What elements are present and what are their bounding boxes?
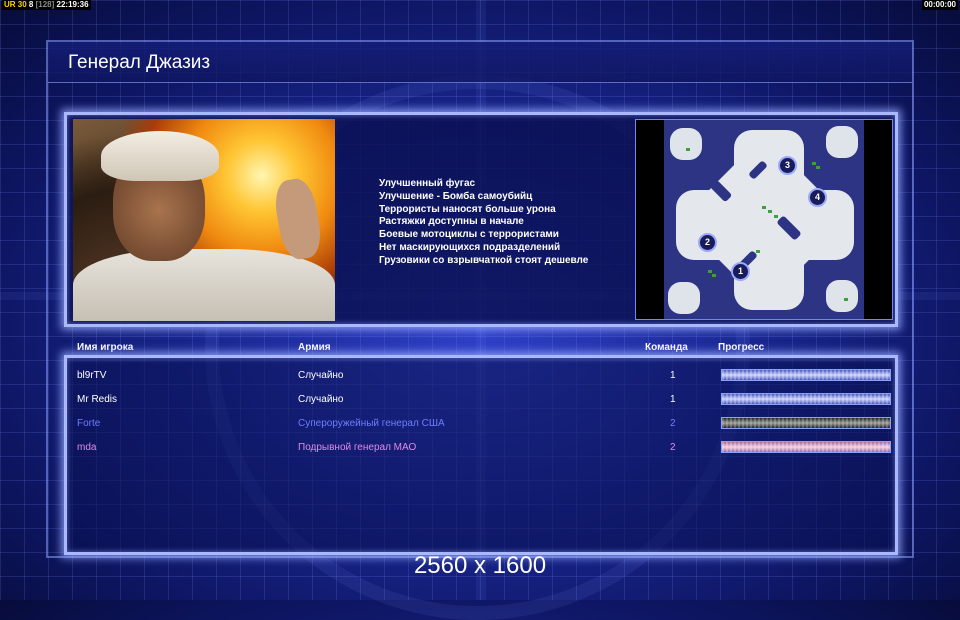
player-name: Mr Redis [77, 394, 118, 405]
map-corner-plateau [826, 280, 858, 312]
map-start-marker: 3 [778, 156, 797, 175]
map-tree [844, 298, 848, 301]
player-row: bl9rTV Случайно 1 [67, 365, 895, 385]
map-preview: 1 2 3 4 [635, 119, 893, 320]
top-status-bar: UR 30 8 [128] 22:19:36 00:00:00 [0, 0, 960, 10]
column-header-player: Имя игрока [77, 342, 134, 353]
progress-fill [722, 442, 890, 452]
bonus-item: Боевые мотоциклы с террористами [379, 229, 559, 241]
progress-fill [722, 394, 890, 404]
clock-time: 22:19:36 [56, 0, 89, 9]
column-header-progress: Прогресс [718, 342, 765, 353]
player-team: 2 [670, 442, 676, 453]
bonus-item: Нет маскирующихся подразделений [379, 241, 561, 253]
general-title: Генерал Джазиз [68, 52, 211, 73]
bonus-item: Грузовики со взрывчаткой стоят дешевле [379, 254, 589, 266]
player-army: Случайно [298, 370, 344, 381]
map-start-marker: 1 [731, 262, 750, 281]
map-corner-plateau [670, 128, 702, 160]
bonus-item: Растяжки доступны в начале [379, 216, 524, 228]
map-tree [762, 206, 766, 209]
map-tree [816, 166, 820, 169]
player-progress-bar [721, 417, 891, 429]
bonus-item: Террористы наносят больше урона [379, 203, 556, 215]
player-name: Forte [77, 418, 101, 429]
player-army: Супероружейный генерал США [298, 418, 445, 429]
game-timer: 00:00:00 [921, 0, 958, 10]
general-bonuses-list: Улучшенный фугас Улучшение - Бомба самоу… [379, 178, 588, 268]
progress-fill [722, 418, 890, 428]
resolution-label: 2560 x 1600 [413, 552, 547, 579]
portrait-hand [271, 176, 325, 262]
bonus-item: Улучшение - Бомба самоубийц [379, 190, 533, 202]
map-tree [756, 250, 760, 253]
map-start-marker: 4 [808, 188, 827, 207]
player-name: bl9rTV [77, 370, 107, 381]
map-tree [812, 162, 816, 165]
map-terrain: 1 2 3 4 [664, 120, 864, 319]
map-corner-plateau [668, 282, 700, 314]
player-progress-bar [721, 441, 891, 453]
map-start-marker: 2 [698, 233, 717, 252]
map-snow-area [679, 135, 849, 305]
portrait-turban [101, 131, 219, 181]
player-progress-bar [721, 393, 891, 405]
player-army: Случайно [298, 394, 344, 405]
stats-readout: UR 30 8 [128] 22:19:36 [2, 0, 91, 10]
title-bar: Генерал Джазиз [48, 42, 912, 83]
player-row: Forte Супероружейный генерал США 2 [67, 413, 895, 433]
player-army: Подрывной генерал МАО [298, 442, 417, 453]
bonus-item: Улучшенный фугас [379, 178, 476, 189]
stats-prefix: UR 30 [4, 0, 27, 9]
general-info-panel: Улучшенный фугас Улучшение - Бомба самоу… [64, 112, 898, 327]
player-row: Mr Redis Случайно 1 [67, 389, 895, 409]
portrait-robe [73, 249, 335, 321]
column-header-army: Армия [298, 342, 331, 353]
progress-fill [722, 370, 890, 380]
player-row: mda Подрывной генерал МАО 2 [67, 437, 895, 457]
player-team: 1 [670, 394, 676, 405]
stats-num: 8 [28, 0, 34, 9]
map-tree [774, 215, 778, 218]
general-portrait [73, 119, 335, 321]
map-tree [712, 274, 716, 277]
stats-bracket: [128] [35, 0, 55, 9]
players-panel: bl9rTV Случайно 1 Mr Redis Случайно 1 Fo… [64, 355, 898, 555]
player-team: 2 [670, 418, 676, 429]
player-name: mda [77, 442, 97, 453]
map-tree [708, 270, 712, 273]
column-header-team: Команда [645, 342, 688, 353]
map-tree [686, 148, 690, 151]
player-progress-bar [721, 369, 891, 381]
map-corner-plateau [826, 126, 858, 158]
player-team: 1 [670, 370, 676, 381]
map-tree [768, 210, 772, 213]
